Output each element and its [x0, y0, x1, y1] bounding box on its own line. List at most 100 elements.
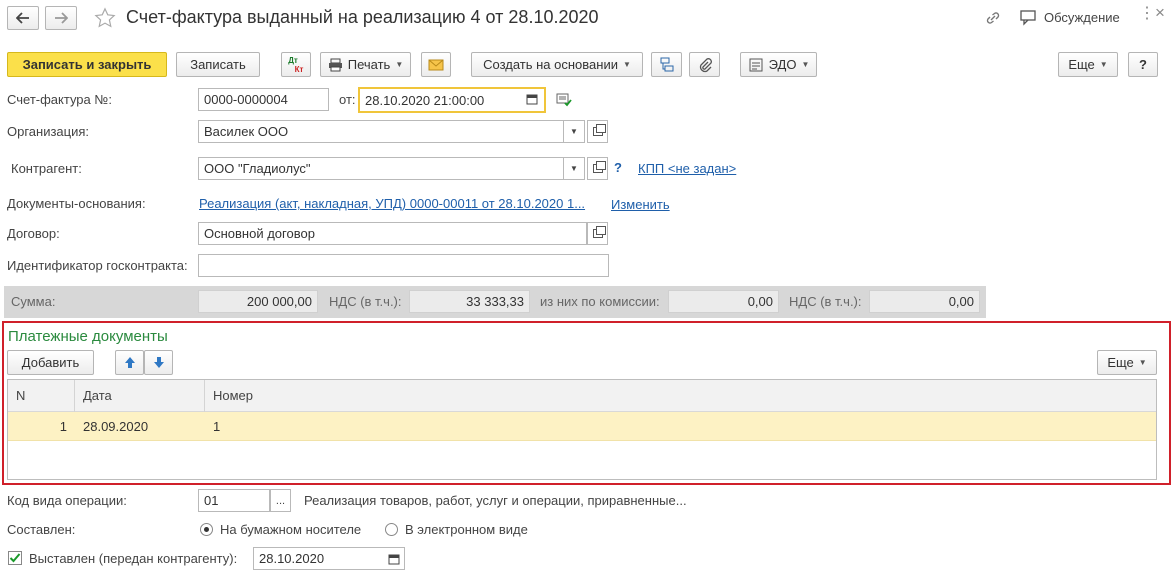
chevron-down-icon: ▼ [801, 60, 810, 69]
payments-table: N Дата Номер 1 28.09.2020 1 [7, 379, 1157, 480]
envelope-icon [428, 59, 444, 70]
issued-date-field[interactable]: 28.10.2020 [253, 547, 405, 570]
help-button[interactable]: ? [1128, 52, 1158, 77]
help-label: ? [1139, 57, 1147, 72]
create-based-button[interactable]: Создать на основании ▼ [471, 52, 643, 77]
chevron-down-icon: ▼ [1099, 60, 1108, 69]
arrow-left-icon [16, 12, 29, 24]
vat2-label: НДС (в т.ч.): [789, 294, 862, 309]
hierarchy-icon [660, 57, 673, 71]
row-number-cell: 1 [59, 419, 67, 434]
op-code-label: Код вида операции: [7, 493, 127, 508]
organization-dropdown[interactable]: ▼ [564, 120, 585, 143]
more-label: Еще [1068, 57, 1095, 72]
close-icon[interactable]: × [1155, 3, 1165, 23]
add-payment-button[interactable]: Добавить [7, 350, 94, 375]
gov-contract-label: Идентификатор госконтракта: [7, 258, 188, 273]
issued-label[interactable]: Выставлен (передан контрагенту): [29, 551, 237, 566]
save-button[interactable]: Записать [176, 52, 260, 77]
op-code-description: Реализация товаров, работ, услуг и опера… [304, 493, 687, 508]
base-docs-label: Документы-основания: [7, 196, 146, 211]
structure-button[interactable] [651, 52, 682, 77]
organization-label: Организация: [7, 124, 90, 139]
composed-label: Составлен: [7, 522, 76, 537]
counterparty-label: Контрагент: [11, 161, 82, 176]
date-value: 28.10.2020 21:00:00 [365, 92, 485, 108]
table-header: N Дата Номер [8, 380, 1156, 412]
email-button[interactable] [421, 52, 451, 77]
back-button[interactable] [7, 6, 39, 30]
row-date-cell: 28.09.2020 [83, 419, 149, 434]
save-label: Записать [190, 57, 246, 72]
payments-more-button[interactable]: Еще ▼ [1097, 350, 1157, 375]
commission-field: 0,00 [668, 290, 779, 313]
row-doc-number-cell: 1 [213, 419, 221, 434]
op-code-field[interactable]: 01 [198, 489, 270, 512]
contract-field[interactable]: Основной договор [198, 222, 587, 245]
paper-label[interactable]: На бумажном носителе [220, 522, 361, 537]
open-form-icon [592, 161, 606, 173]
base-docs-link[interactable]: Реализация (акт, накладная, УПД) 0000-00… [199, 196, 585, 211]
arrow-down-icon [153, 357, 164, 368]
chevron-down-icon: ▼ [395, 60, 404, 69]
link-icon[interactable] [984, 9, 1002, 27]
forward-button[interactable] [45, 6, 77, 30]
arrow-right-icon [55, 12, 68, 24]
window-menu-icon[interactable]: ⋮ [1139, 3, 1155, 23]
save-close-button[interactable]: Записать и закрыть [7, 52, 167, 77]
column-header-date[interactable]: Дата [83, 388, 112, 403]
print-button[interactable]: Печать ▼ [320, 52, 411, 77]
organization-field[interactable]: Василек ООО [198, 120, 564, 143]
gov-contract-field[interactable] [198, 254, 609, 277]
star-icon[interactable] [94, 7, 116, 29]
attach-button[interactable] [689, 52, 720, 77]
issued-checkbox[interactable] [8, 551, 22, 565]
electronic-radio[interactable] [385, 523, 398, 536]
move-down-button[interactable] [144, 350, 173, 375]
more-button[interactable]: Еще ▼ [1058, 52, 1118, 77]
calendar-icon[interactable] [526, 93, 538, 105]
help-question-icon[interactable]: ? [614, 160, 622, 175]
arrow-up-icon [124, 357, 135, 368]
vat-label: НДС (в т.ч.): [329, 294, 402, 309]
edo-icon [749, 58, 763, 71]
issued-date-value: 28.10.2020 [259, 551, 325, 566]
sum-field: 200 000,00 [198, 290, 318, 313]
counterparty-dropdown[interactable]: ▼ [564, 157, 585, 180]
kt-label: Кт [294, 64, 304, 74]
discussion-icon[interactable] [1019, 9, 1037, 26]
kpp-link[interactable]: КПП <не задан> [638, 161, 736, 176]
change-link[interactable]: Изменить [611, 197, 670, 212]
move-up-button[interactable] [115, 350, 144, 375]
paper-radio[interactable] [200, 523, 213, 536]
edo-button[interactable]: ЭДО ▼ [740, 52, 817, 77]
column-divider [204, 380, 205, 412]
edo-label: ЭДО [768, 57, 797, 72]
vat-field: 33 333,33 [409, 290, 530, 313]
electronic-label[interactable]: В электронном виде [405, 522, 528, 537]
contract-value: Основной договор [204, 226, 315, 241]
op-code-select-button[interactable]: ... [270, 489, 291, 512]
organization-open-button[interactable] [587, 120, 608, 143]
contract-label: Договор: [7, 226, 60, 241]
open-form-icon [592, 124, 606, 136]
calendar-icon[interactable] [388, 553, 400, 565]
discussion-label[interactable]: Обсуждение [1044, 10, 1120, 25]
create-based-label: Создать на основании [483, 57, 618, 72]
table-row[interactable]: 1 28.09.2020 1 [8, 412, 1156, 441]
counterparty-open-button[interactable] [587, 157, 608, 180]
dt-kt-button[interactable]: Дт Кт [281, 52, 311, 77]
counterparty-field[interactable]: ООО "Гладиолус" [198, 157, 564, 180]
page-title: Счет-фактура выданный на реализацию 4 от… [126, 7, 599, 27]
chevron-down-icon: ▼ [622, 60, 631, 69]
vat2-field: 0,00 [869, 290, 980, 313]
column-header-n[interactable]: N [16, 388, 25, 403]
contract-open-button[interactable] [587, 222, 608, 245]
column-header-number[interactable]: Номер [213, 388, 253, 403]
payments-more-label: Еще [1107, 355, 1134, 370]
invoice-number-field[interactable]: 0000-0000004 [198, 88, 329, 111]
organization-value: Василек ООО [204, 124, 289, 139]
printer-icon [328, 58, 342, 71]
date-field[interactable]: 28.10.2020 21:00:00 [358, 87, 546, 113]
chevron-down-icon: ▼ [570, 127, 578, 136]
